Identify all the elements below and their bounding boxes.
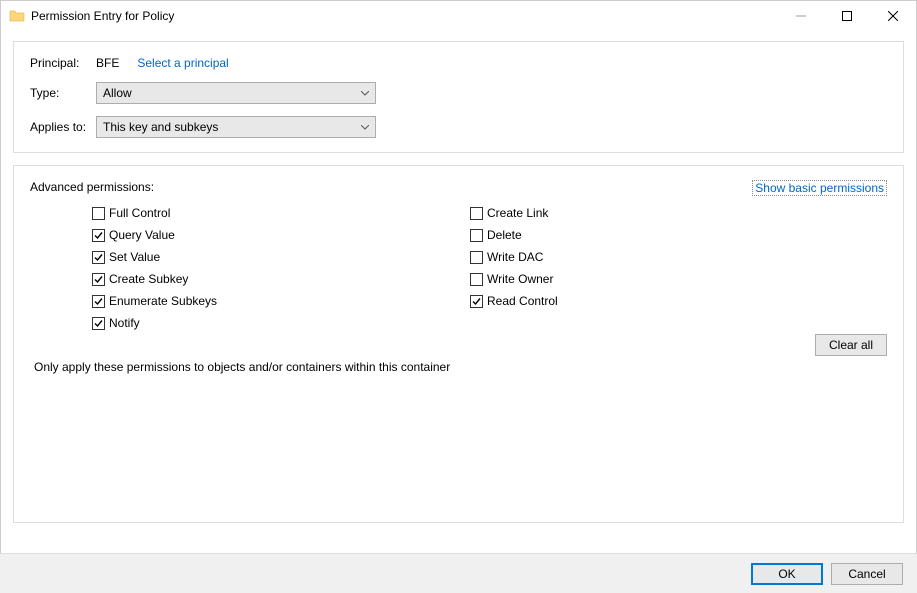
- type-select[interactable]: Allow: [96, 82, 376, 104]
- permission-checkbox[interactable]: Full Control: [92, 204, 470, 222]
- permission-checkbox[interactable]: Read Control: [470, 292, 558, 310]
- permission-checkbox[interactable]: Enumerate Subkeys: [92, 292, 470, 310]
- checkbox-box: [92, 229, 105, 242]
- permissions-grid: Full Control Query Value Set Value Create S…: [92, 204, 887, 332]
- cancel-button[interactable]: Cancel: [831, 563, 903, 585]
- permission-label: Set Value: [109, 250, 160, 264]
- permission-checkbox[interactable]: Query Value: [92, 226, 470, 244]
- permission-checkbox[interactable]: Write Owner: [470, 270, 558, 288]
- only-apply-label: Only apply these permissions to objects …: [34, 360, 450, 374]
- dialog-footer: OK Cancel: [0, 553, 917, 593]
- minimize-button[interactable]: [778, 1, 824, 31]
- principal-row: Principal: BFE Select a principal: [30, 56, 887, 70]
- principal-value: BFE: [96, 56, 119, 70]
- permission-checkbox[interactable]: Create Link: [470, 204, 558, 222]
- advanced-header: Advanced permissions: Show basic permiss…: [30, 180, 887, 196]
- window-title: Permission Entry for Policy: [31, 9, 778, 23]
- checkbox-box: [92, 317, 105, 330]
- permissions-column-2: Create Link Delete Write DAC Write Owner Rea…: [470, 204, 558, 332]
- permission-label: Write Owner: [487, 272, 553, 286]
- header-panel: Principal: BFE Select a principal Type: …: [13, 41, 904, 153]
- principal-label: Principal:: [30, 56, 96, 70]
- clear-all-button[interactable]: Clear all: [815, 334, 887, 356]
- applies-select-value: This key and subkeys: [103, 120, 218, 134]
- permission-label: Query Value: [109, 228, 175, 242]
- close-button[interactable]: [870, 1, 916, 31]
- applies-select[interactable]: This key and subkeys: [96, 116, 376, 138]
- permission-label: Notify: [109, 316, 140, 330]
- permission-checkbox[interactable]: Create Subkey: [92, 270, 470, 288]
- checkbox-box: [92, 295, 105, 308]
- permission-checkbox[interactable]: Delete: [470, 226, 558, 244]
- window-buttons: [778, 1, 916, 31]
- checkbox-box: [470, 207, 483, 220]
- checkbox-box: [470, 251, 483, 264]
- maximize-button[interactable]: [824, 1, 870, 31]
- permission-label: Create Link: [487, 206, 548, 220]
- permission-label: Read Control: [487, 294, 558, 308]
- show-basic-link[interactable]: Show basic permissions: [752, 180, 887, 196]
- folder-icon: [9, 8, 25, 24]
- permission-checkbox[interactable]: Notify: [92, 314, 470, 332]
- checkbox-box: [92, 207, 105, 220]
- permission-label: Create Subkey: [109, 272, 188, 286]
- permission-label: Write DAC: [487, 250, 543, 264]
- chevron-down-icon: [361, 88, 369, 99]
- permission-label: Full Control: [109, 206, 170, 220]
- applies-row: Applies to: This key and subkeys: [30, 116, 887, 138]
- checkbox-box: [92, 273, 105, 286]
- type-select-value: Allow: [103, 86, 132, 100]
- checkbox-box: [470, 295, 483, 308]
- permissions-column-1: Full Control Query Value Set Value Create S…: [92, 204, 470, 332]
- ok-button[interactable]: OK: [751, 563, 823, 585]
- checkbox-box: [470, 229, 483, 242]
- type-row: Type: Allow: [30, 82, 887, 104]
- permission-label: Enumerate Subkeys: [109, 294, 217, 308]
- checkbox-box: [92, 251, 105, 264]
- permission-checkbox[interactable]: Set Value: [92, 248, 470, 266]
- titlebar: Permission Entry for Policy: [1, 1, 916, 31]
- permission-checkbox[interactable]: Write DAC: [470, 248, 558, 266]
- chevron-down-icon: [361, 122, 369, 133]
- permission-label: Delete: [487, 228, 522, 242]
- content-area: Principal: BFE Select a principal Type: …: [1, 31, 916, 523]
- only-apply-checkbox[interactable]: Only apply these permissions to objects …: [30, 360, 887, 374]
- applies-label: Applies to:: [30, 120, 96, 134]
- advanced-permissions-label: Advanced permissions:: [30, 180, 154, 194]
- select-principal-link[interactable]: Select a principal: [137, 56, 228, 70]
- type-label: Type:: [30, 86, 96, 100]
- permissions-panel: Advanced permissions: Show basic permiss…: [13, 165, 904, 523]
- checkbox-box: [470, 273, 483, 286]
